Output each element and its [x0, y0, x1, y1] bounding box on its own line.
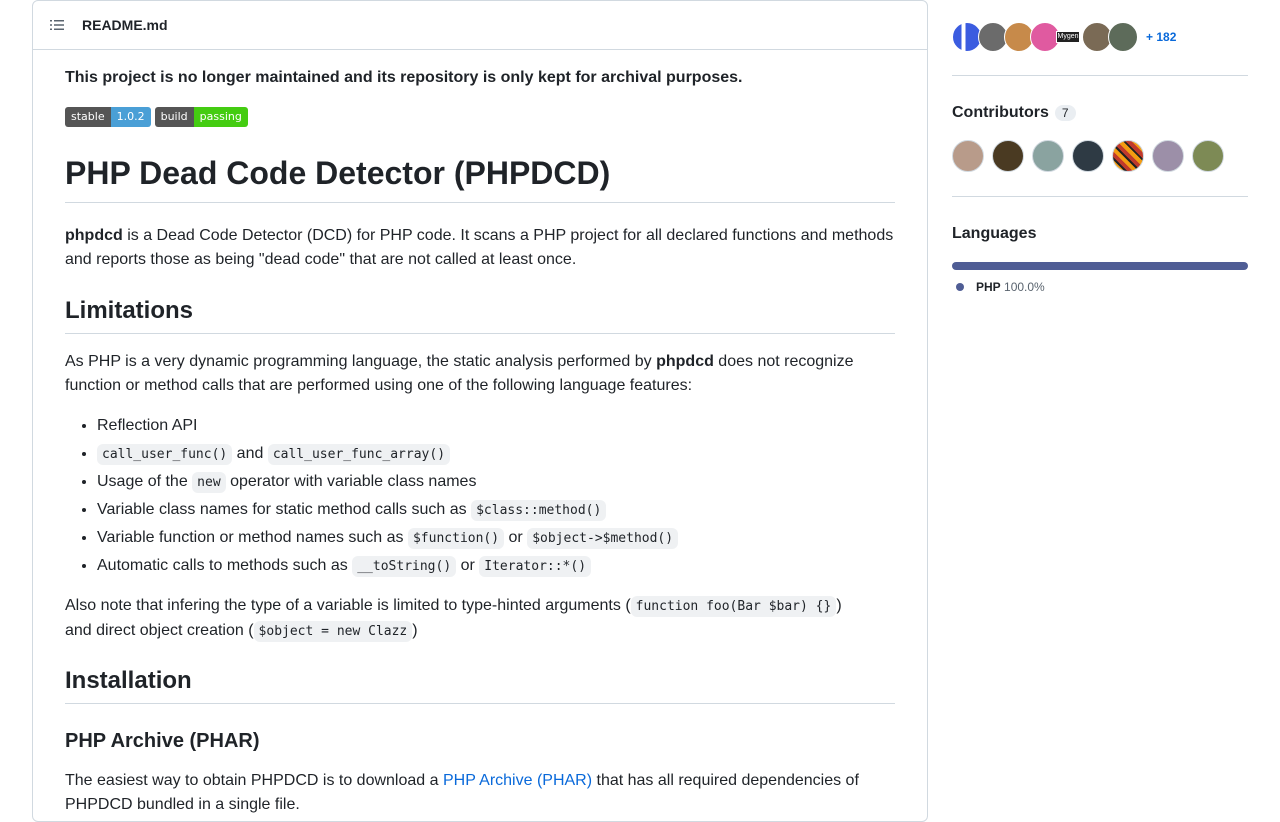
avatar[interactable] [1112, 140, 1144, 172]
intro-paragraph: phpdcd is a Dead Code Detector (DCD) for… [65, 227, 894, 268]
contributors-heading[interactable]: Contributors 7 [952, 104, 1076, 122]
avatar[interactable] [1072, 140, 1104, 172]
installation-heading: Installation [65, 667, 895, 704]
avatar[interactable] [1108, 22, 1138, 52]
avatar[interactable] [1192, 140, 1224, 172]
limitations-paragraph: As PHP is a very dynamic programming lan… [65, 353, 854, 394]
list-item: call_user_func() and call_user_func_arra… [97, 443, 678, 471]
list-item: Usage of the new operator with variable … [97, 471, 678, 499]
language-bar [952, 262, 1248, 270]
table-of-contents-icon[interactable] [49, 17, 65, 33]
readme-header: README.md [33, 1, 927, 50]
used-by-more-link[interactable]: + 182 [1146, 30, 1176, 44]
avatar[interactable] [992, 140, 1024, 172]
limitations-heading: Limitations [65, 297, 895, 334]
divider [952, 196, 1248, 197]
avatar[interactable] [1032, 140, 1064, 172]
divider [952, 75, 1248, 76]
archival-notice: This project is no longer maintained and… [65, 69, 743, 86]
avatar[interactable] [952, 140, 984, 172]
readme-panel: README.md This project is no longer main… [32, 0, 928, 822]
readme-h1: PHP Dead Code Detector (PHPDCD) [65, 155, 895, 203]
languages-heading: Languages [952, 225, 1037, 242]
used-by-avatars[interactable]: Mygen + 182 [952, 22, 1176, 52]
phar-paragraph: The easiest way to obtain PHPDCD is to d… [65, 772, 859, 813]
contributors-count-badge: 7 [1054, 105, 1076, 121]
build-status-badge[interactable]: build passing [154, 107, 248, 127]
limitations-list: Reflection API call_user_func() and call… [65, 415, 679, 583]
contributors-avatars [952, 140, 1224, 172]
list-item: Variable class names for static method c… [97, 499, 678, 527]
badges: stable 1.0.2 build passing [65, 107, 248, 127]
language-color-dot [956, 283, 964, 291]
phar-link[interactable]: PHP Archive (PHAR) [443, 772, 592, 789]
list-item: Reflection API [97, 415, 678, 443]
avatar[interactable] [1152, 140, 1184, 172]
avatar[interactable]: Mygen [1056, 31, 1080, 43]
phar-heading: PHP Archive (PHAR) [65, 730, 260, 752]
language-php[interactable]: PHP 100.0% [952, 280, 1045, 294]
list-item: Variable function or method names such a… [97, 527, 679, 555]
type-inference-note: Also note that infering the type of a va… [65, 594, 895, 644]
readme-filename[interactable]: README.md [82, 17, 168, 33]
list-item: Automatic calls to methods such as __toS… [97, 555, 678, 583]
stable-version-badge[interactable]: stable 1.0.2 [65, 107, 151, 127]
